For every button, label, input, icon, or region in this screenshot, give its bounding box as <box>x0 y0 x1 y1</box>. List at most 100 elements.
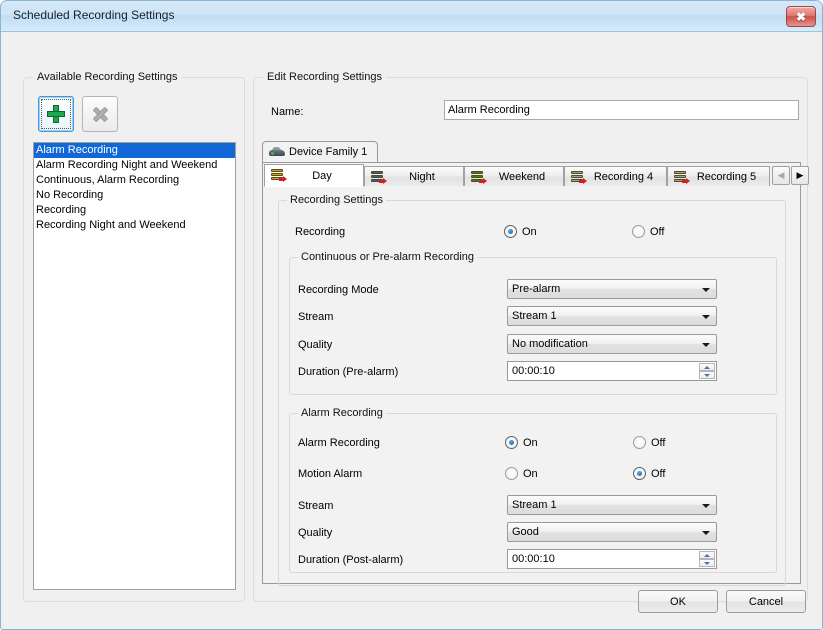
continuous-stream-value: Stream 1 <box>512 310 557 322</box>
triangle-down-icon <box>704 373 710 377</box>
add-recording-setting-button[interactable] <box>38 96 74 132</box>
postalarm-duration-stepper[interactable]: 00:00:10 <box>507 549 717 569</box>
server-icon <box>271 169 287 183</box>
tab-scroll-left-button[interactable]: ◀ <box>772 166 790 185</box>
alarm-stream-label: Stream <box>298 500 334 512</box>
motion-alarm-radio-off[interactable] <box>633 467 646 480</box>
prealarm-duration-stepper[interactable]: 00:00:10 <box>507 361 717 381</box>
continuous-quality-select[interactable]: No modification <box>507 334 717 354</box>
dialog-client-area: Available Recording Settings Alarm Recor… <box>3 32 820 627</box>
edit-group-label: Edit Recording Settings <box>263 71 386 83</box>
alarm-recording-radio-on-label: On <box>523 437 538 449</box>
chevron-down-icon <box>702 504 710 508</box>
recording-radio-off-label: Off <box>650 226 665 238</box>
chevron-down-icon <box>702 531 710 535</box>
alarm-recording-group: Alarm Recording Alarm Recording On Off M… <box>289 407 777 573</box>
ok-button[interactable]: OK <box>638 590 718 613</box>
tab-label: Recording 4 <box>593 170 654 183</box>
recording-row-label: Recording <box>295 226 346 238</box>
list-item[interactable]: Alarm Recording <box>34 143 235 158</box>
tab-recording-4[interactable]: Recording 4 <box>564 166 667 187</box>
postalarm-duration-label: Duration (Post-alarm) <box>298 554 404 566</box>
delete-recording-setting-button[interactable] <box>82 96 118 132</box>
recording-mode-select[interactable]: Pre-alarm <box>507 279 717 299</box>
spin-down-button[interactable] <box>699 371 715 379</box>
continuous-prealarm-label: Continuous or Pre-alarm Recording <box>298 251 478 263</box>
triangle-up-icon <box>704 553 710 557</box>
alarm-quality-value: Good <box>512 526 539 538</box>
x-icon <box>92 106 109 123</box>
alarm-recording-radio-on[interactable] <box>505 436 518 449</box>
list-item[interactable]: Recording Night and Weekend <box>34 218 235 233</box>
chevron-down-icon <box>702 288 710 292</box>
tab-day[interactable]: Day <box>264 164 364 187</box>
tab-weekend[interactable]: Weekend <box>464 166 564 187</box>
name-input[interactable] <box>444 100 799 120</box>
tab-label: Night <box>409 170 435 183</box>
alarm-recording-row-label: Alarm Recording <box>298 437 380 449</box>
camera-icon <box>269 147 285 158</box>
arrow-icon <box>379 178 387 185</box>
server-icon <box>674 171 690 185</box>
chevron-down-icon <box>702 315 710 319</box>
recording-mode-label: Recording Mode <box>298 284 379 296</box>
continuous-prealarm-group: Continuous or Pre-alarm Recording Record… <box>289 251 777 395</box>
tab-scroll-right-button[interactable]: ▶ <box>791 166 809 185</box>
motion-alarm-radio-off-label: Off <box>651 468 666 480</box>
motion-alarm-row-label: Motion Alarm <box>298 468 363 480</box>
server-icon <box>571 171 587 185</box>
tab-night[interactable]: Night <box>364 166 464 187</box>
triangle-up-icon <box>704 365 710 369</box>
alarm-recording-radio-off[interactable] <box>633 436 646 449</box>
prealarm-duration-value: 00:00:10 <box>512 365 555 377</box>
alarm-quality-select[interactable]: Good <box>507 522 717 542</box>
continuous-quality-label: Quality <box>298 339 333 351</box>
plus-icon <box>47 105 65 123</box>
device-family-tabstrip: Device Family 1 <box>262 141 801 163</box>
alarm-quality-label: Quality <box>298 527 333 539</box>
list-item[interactable]: Recording <box>34 203 235 218</box>
tab-scroll-buttons: ◀ ▶ <box>772 166 810 187</box>
cancel-button[interactable]: Cancel <box>726 590 806 613</box>
available-recording-settings-group: Available Recording Settings Alarm Recor… <box>23 71 245 602</box>
device-family-panel: Day Night Weekend Recording 4 Recording 5 ◀ ▶ … <box>262 162 809 586</box>
arrow-icon <box>279 176 287 183</box>
alarm-recording-label: Alarm Recording <box>298 407 386 419</box>
window-title: Scheduled Recording Settings <box>13 8 175 22</box>
spin-down-button[interactable] <box>699 559 715 567</box>
available-group-label: Available Recording Settings <box>33 71 182 83</box>
day-tab-content: Recording Settings Recording On Off Cont… <box>264 186 799 586</box>
spin-up-button[interactable] <box>699 363 715 371</box>
arrow-icon <box>579 178 587 185</box>
recording-settings-label: Recording Settings <box>287 194 386 206</box>
continuous-stream-select[interactable]: Stream 1 <box>507 306 717 326</box>
motion-alarm-radio-on[interactable] <box>505 467 518 480</box>
continuous-quality-value: No modification <box>512 338 588 350</box>
recording-radio-off[interactable] <box>632 225 645 238</box>
close-button[interactable]: ✖ <box>786 6 816 27</box>
list-item[interactable]: No Recording <box>34 188 235 203</box>
close-icon: ✖ <box>795 9 807 24</box>
recording-radio-on[interactable] <box>504 225 517 238</box>
alarm-stream-select[interactable]: Stream 1 <box>507 495 717 515</box>
alarm-stream-value: Stream 1 <box>512 499 557 511</box>
prealarm-duration-spin-buttons[interactable] <box>699 363 715 379</box>
postalarm-duration-spin-buttons[interactable] <box>699 551 715 567</box>
alarm-recording-radio-off-label: Off <box>651 437 666 449</box>
tab-device-family-1[interactable]: Device Family 1 <box>262 141 379 163</box>
server-icon <box>371 171 387 185</box>
recording-mode-value: Pre-alarm <box>512 283 561 295</box>
recording-settings-list[interactable]: Alarm Recording Alarm Recording Night and… <box>33 142 236 590</box>
dialog-window: Scheduled Recording Settings ✖ Available… <box>0 0 823 630</box>
name-label: Name: <box>271 106 304 118</box>
list-item[interactable]: Alarm Recording Night and Weekend <box>34 158 235 173</box>
tab-recording-5[interactable]: Recording 5 <box>667 166 770 187</box>
arrow-icon <box>682 178 690 185</box>
list-item[interactable]: Continuous, Alarm Recording <box>34 173 235 188</box>
server-icon <box>471 171 487 184</box>
title-bar: Scheduled Recording Settings ✖ <box>1 1 822 32</box>
edit-recording-settings-group: Edit Recording Settings Name: Device Fam… <box>253 71 809 602</box>
spin-up-button[interactable] <box>699 551 715 559</box>
tab-label: Day <box>312 169 332 182</box>
motion-alarm-radio-on-label: On <box>523 468 538 480</box>
